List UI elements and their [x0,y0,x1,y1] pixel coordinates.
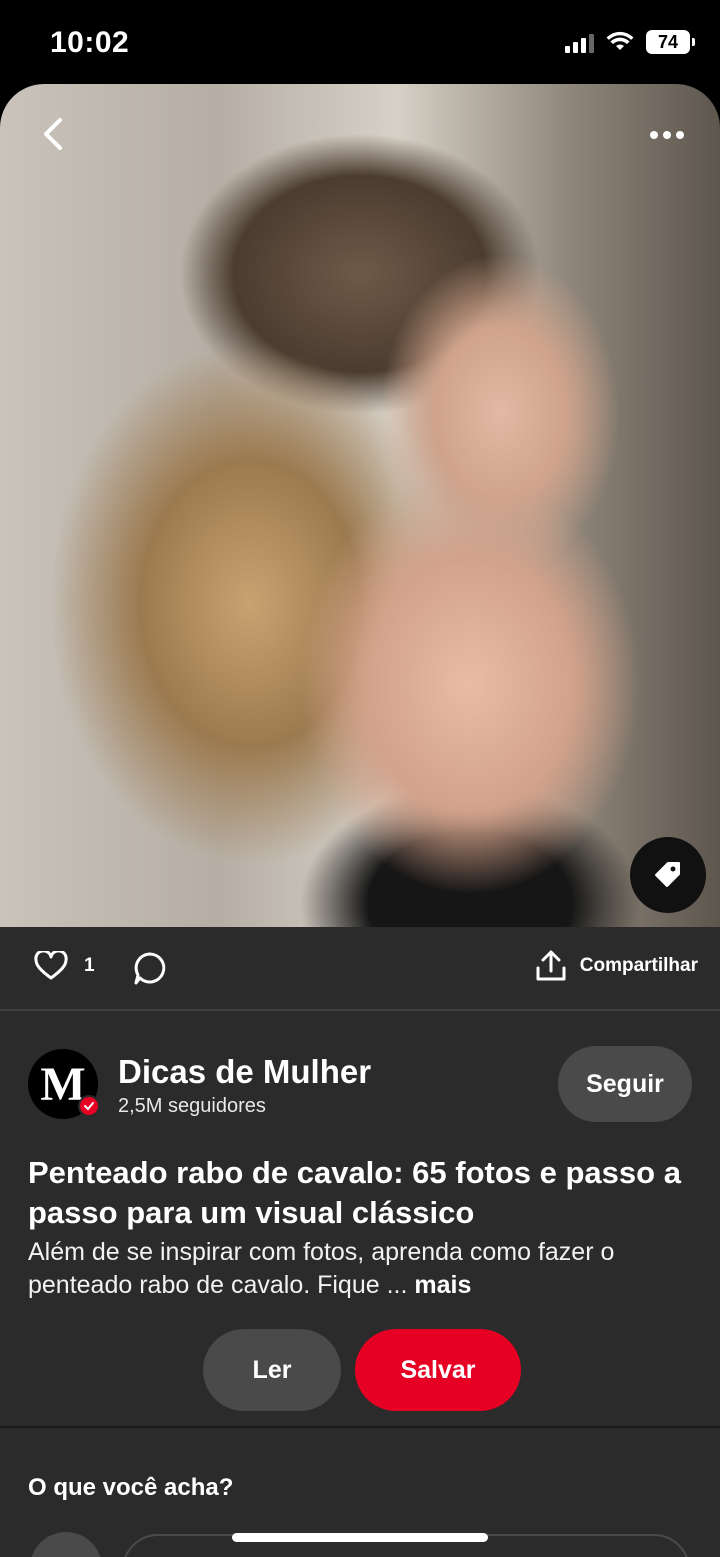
read-button[interactable]: Ler [203,1329,341,1411]
save-button[interactable]: Salvar [355,1329,521,1411]
pin-description: Além de se inspirar com fotos, aprenda c… [28,1236,688,1302]
wifi-icon [606,31,634,50]
battery-level: 74 [657,31,679,52]
more-horizontal-icon[interactable] [650,120,690,150]
creator-name[interactable]: Dicas de Mulher [118,1053,371,1091]
pin-action-row: 1 Compartilhar [0,927,720,1011]
follow-button[interactable]: Seguir [558,1046,692,1122]
pin-title: Penteado rabo de cavalo: 65 fotos e pass… [28,1155,681,1230]
like-button[interactable]: 1 [34,951,95,981]
chevron-left-icon[interactable] [34,114,74,154]
tag-icon [655,862,680,887]
battery-icon: 74 [646,30,695,54]
home-indicator[interactable] [232,1533,488,1542]
status-bar: 10:02 74 [0,0,720,84]
heart-icon [34,951,68,980]
user-avatar [30,1532,102,1557]
share-label: Compartilhar [579,955,698,976]
verified-badge-icon [78,1095,100,1117]
cellular-signal-icon [565,31,594,53]
share-button[interactable]: Compartilhar [534,949,698,983]
status-time: 10:02 [50,26,130,59]
status-icons: 74 [565,30,695,54]
share-icon [536,950,566,981]
like-count: 1 [84,955,95,976]
creator-avatar[interactable]: M [28,1049,100,1119]
pin-image[interactable] [0,84,720,927]
comments-heading: O que você acha? [28,1474,234,1501]
shop-tag-button[interactable] [630,837,706,913]
creator-followers: 2,5M seguidores [118,1095,266,1117]
pin-details: M Dicas de Mulher 2,5M seguidores Seguir… [0,1011,720,1426]
pin-description-text: Além de se inspirar com fotos, aprenda c… [28,1238,615,1299]
more-link[interactable]: mais [414,1271,471,1299]
comment-icon[interactable] [132,951,168,987]
